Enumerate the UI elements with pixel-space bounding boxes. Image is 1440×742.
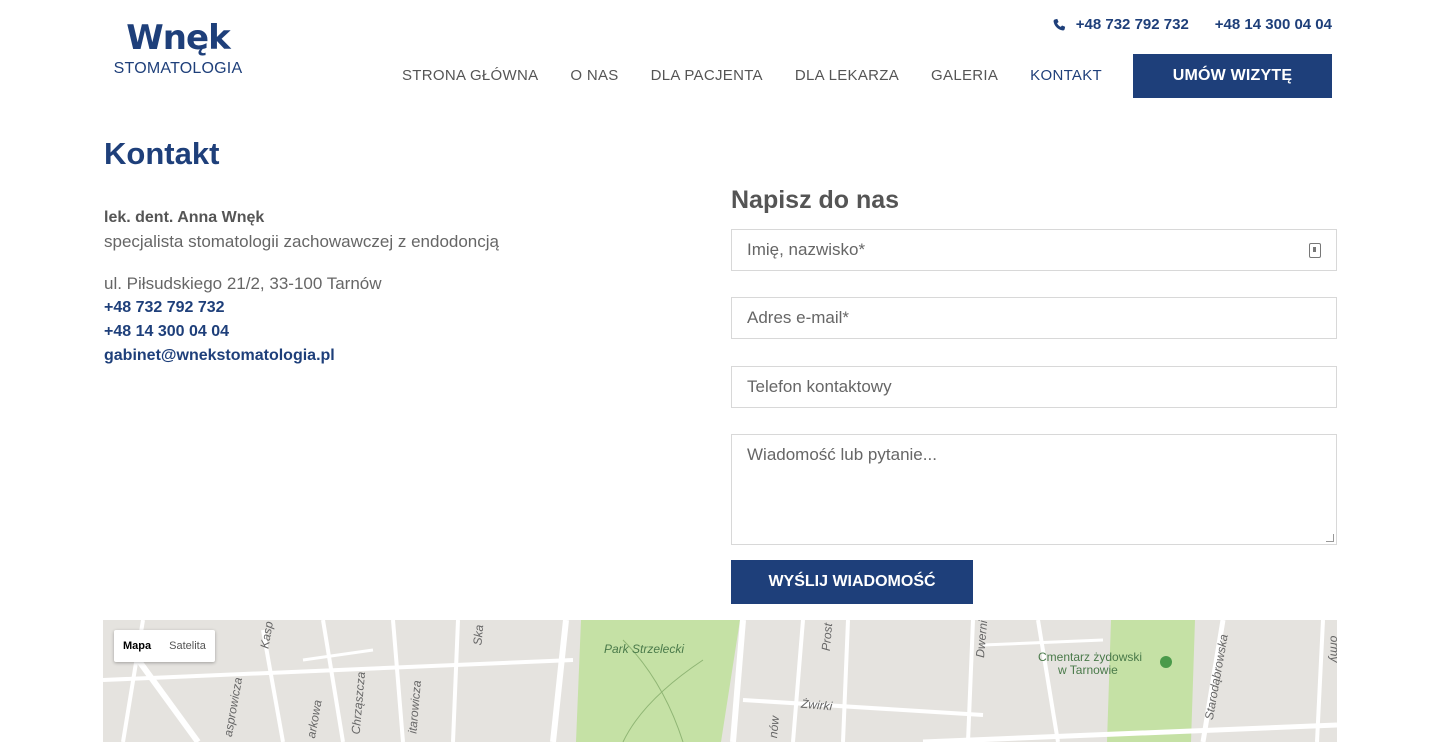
map-base <box>103 620 1337 742</box>
map-label-park: Park Strzelecki <box>604 642 685 656</box>
logo-name: Wnęk <box>126 18 230 58</box>
map-label-cemetery-2: w Tarnowie <box>1058 663 1118 677</box>
phone-icon <box>1052 18 1066 32</box>
logo[interactable]: Wnęk STOMATOLOGIA <box>108 18 248 78</box>
message-placeholder: Wiadomość lub pytanie... <box>747 445 937 464</box>
nav-home[interactable]: STRONA GŁÓWNA <box>386 54 554 98</box>
phone-placeholder: Telefon kontaktowy <box>747 377 892 396</box>
map-label-cemetery-1: Cmentarz żydowski <box>1038 650 1143 664</box>
top-phone-1[interactable]: +48 732 792 732 <box>1052 16 1189 33</box>
logo-subtitle: STOMATOLOGIA <box>113 60 243 77</box>
page-title: Kontakt <box>104 136 220 171</box>
top-phones: +48 732 792 732 +48 14 300 04 04 <box>1052 16 1332 33</box>
doctor-name: lek. dent. Anna Wnęk <box>104 209 265 226</box>
top-phone-2-text: +48 14 300 04 04 <box>1214 16 1332 33</box>
map-label-ska: Ska <box>470 624 487 646</box>
map-type-map[interactable]: Mapa <box>114 630 160 662</box>
book-appointment-button[interactable]: UMÓW WIZYTĘ <box>1133 54 1332 98</box>
doctor-specialty: specjalista stomatologii zachowawczej z … <box>104 232 499 251</box>
contact-phone-2[interactable]: +48 14 300 04 04 <box>104 320 499 344</box>
park-area <box>576 620 740 742</box>
main-nav: STRONA GŁÓWNA O NAS DLA PACJENTA DLA LEK… <box>386 54 1118 98</box>
contact-card-icon[interactable] <box>1309 243 1321 258</box>
form-title: Napisz do nas <box>731 186 900 214</box>
contact-info: lek. dent. Anna Wnęk specjalista stomato… <box>104 206 499 368</box>
top-phone-1-text: +48 732 792 732 <box>1075 16 1189 33</box>
map-label-zwirki: Żwirki <box>800 696 833 714</box>
resize-handle-icon[interactable] <box>1326 534 1334 542</box>
name-placeholder: Imię, nazwisko* <box>747 240 866 259</box>
email-field[interactable]: Adres e-mail* <box>731 297 1337 339</box>
phone-field[interactable]: Telefon kontaktowy <box>731 366 1337 408</box>
map-label-nowa: nów <box>766 715 782 739</box>
email-placeholder: Adres e-mail* <box>747 308 850 327</box>
map-type-satellite[interactable]: Satelita <box>160 630 215 662</box>
nav-for-patient[interactable]: DLA PACJENTA <box>635 54 779 98</box>
map-label-right-edge: ormy <box>1327 635 1337 663</box>
map-label-prost: Prost <box>818 622 836 652</box>
nav-for-doctor[interactable]: DLA LEKARZA <box>779 54 915 98</box>
message-field[interactable]: Wiadomość lub pytanie... <box>731 434 1337 545</box>
nav-about[interactable]: O NAS <box>554 54 634 98</box>
contact-phone-1[interactable]: +48 732 792 732 <box>104 296 499 320</box>
nav-contact[interactable]: KONTAKT <box>1014 54 1118 98</box>
contact-email[interactable]: gabinet@wnekstomatologia.pl <box>104 344 499 368</box>
nav-gallery[interactable]: GALERIA <box>915 54 1014 98</box>
name-field[interactable]: Imię, nazwisko* <box>731 229 1337 271</box>
top-phone-2[interactable]: +48 14 300 04 04 <box>1215 16 1332 33</box>
address: ul. Piłsudskiego 21/2, 33-100 Tarnów <box>104 274 382 293</box>
cemetery-area <box>1107 620 1195 742</box>
send-message-button[interactable]: WYŚLIJ WIADOMOŚĆ <box>731 560 973 604</box>
map-type-toggle: Mapa Satelita <box>114 630 215 662</box>
map[interactable]: Mapa Satelita Park Strzelecki Cmentarz ż… <box>103 620 1337 742</box>
